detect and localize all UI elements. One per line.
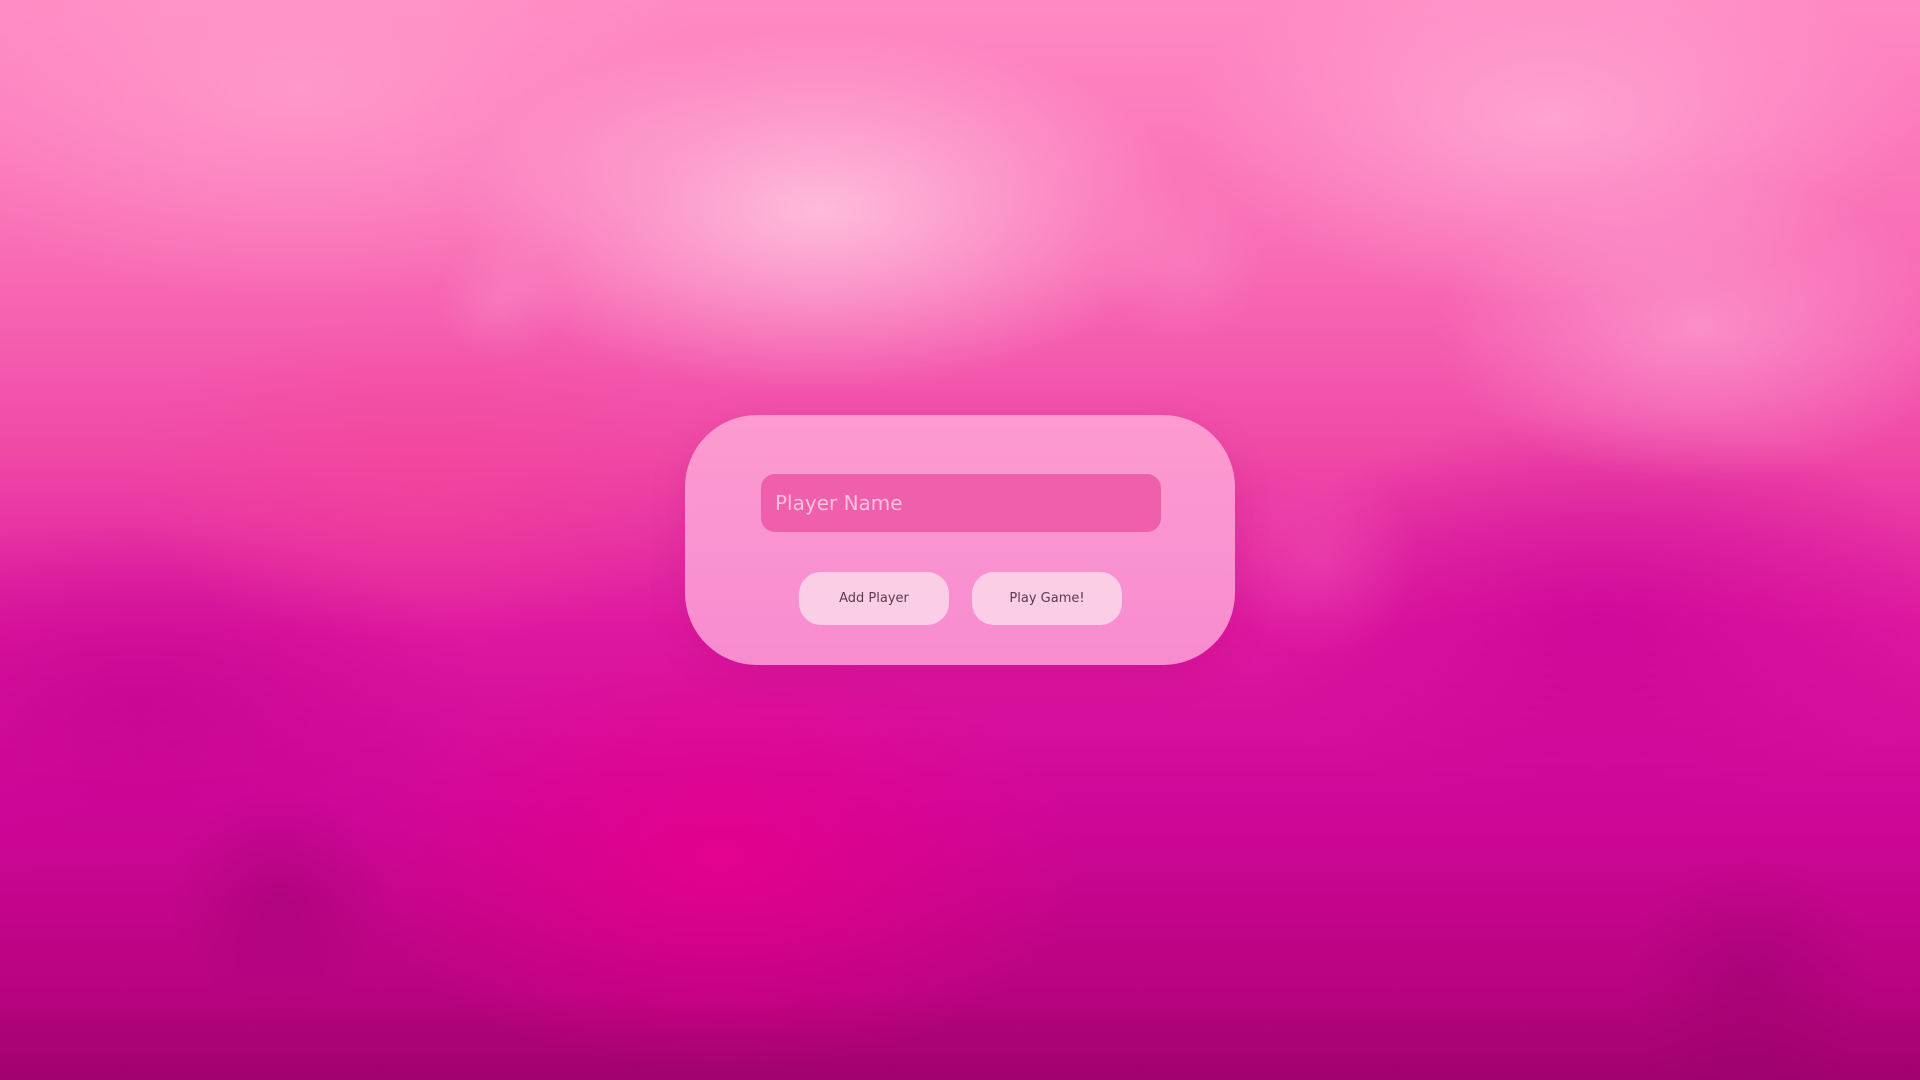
player-form-card: Add Player Play Game! [685,415,1235,665]
add-player-button[interactable]: Add Player [799,572,949,625]
player-name-input[interactable] [761,474,1161,532]
play-game-button[interactable]: Play Game! [972,572,1122,625]
